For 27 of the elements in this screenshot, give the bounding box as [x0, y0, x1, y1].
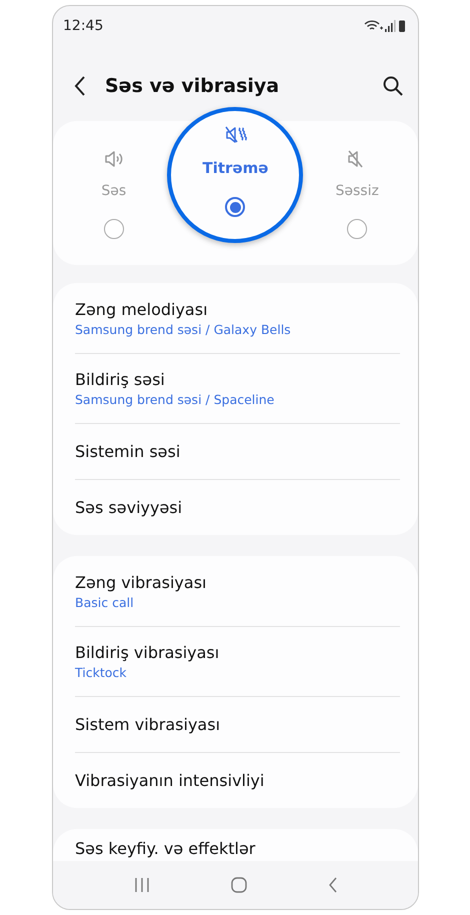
radio-button[interactable] — [104, 219, 124, 239]
setting-value: Ticktock — [75, 665, 128, 680]
status-icons — [364, 19, 406, 33]
radio-button[interactable] — [225, 197, 246, 217]
setting-title[interactable]: Səs səviyyəsi — [75, 498, 400, 517]
back-nav-button[interactable] — [328, 877, 338, 893]
setting-title[interactable]: Vibrasiyanın intensivliyi — [75, 771, 400, 790]
search-button[interactable] — [382, 74, 404, 96]
setting-value: Samsung brend səsi / Spaceline — [75, 392, 276, 407]
back-button[interactable] — [73, 74, 87, 96]
home-button[interactable] — [230, 877, 246, 893]
mode-label: Titrəmə — [202, 159, 268, 177]
mode-label: Səs — [101, 183, 126, 199]
setting-title[interactable]: Bildiriş səsi — [75, 370, 400, 389]
status-time: 12:45 — [63, 18, 104, 34]
setting-title[interactable]: Zəng melodiyası — [75, 300, 400, 318]
mode-label: Səssiz — [335, 183, 379, 199]
setting-title[interactable]: Bildiriş vibrasiyası — [75, 643, 400, 662]
radio-button[interactable] — [347, 219, 368, 239]
page-title: Səs və vibrasiya — [105, 74, 280, 96]
setting-value: Basic call — [75, 594, 135, 610]
setting-title[interactable]: Səs keyfiy. və effektlər — [75, 838, 400, 858]
setting-value: Samsung brend səsi / Galaxy Bells — [75, 322, 292, 336]
setting-title[interactable]: Zəng vibrasiyası — [75, 572, 400, 592]
setting-title[interactable]: Sistemin səsi — [75, 442, 400, 461]
setting-title[interactable]: Sistem vibrasiyası — [75, 715, 400, 734]
recents-button[interactable] — [134, 878, 150, 892]
